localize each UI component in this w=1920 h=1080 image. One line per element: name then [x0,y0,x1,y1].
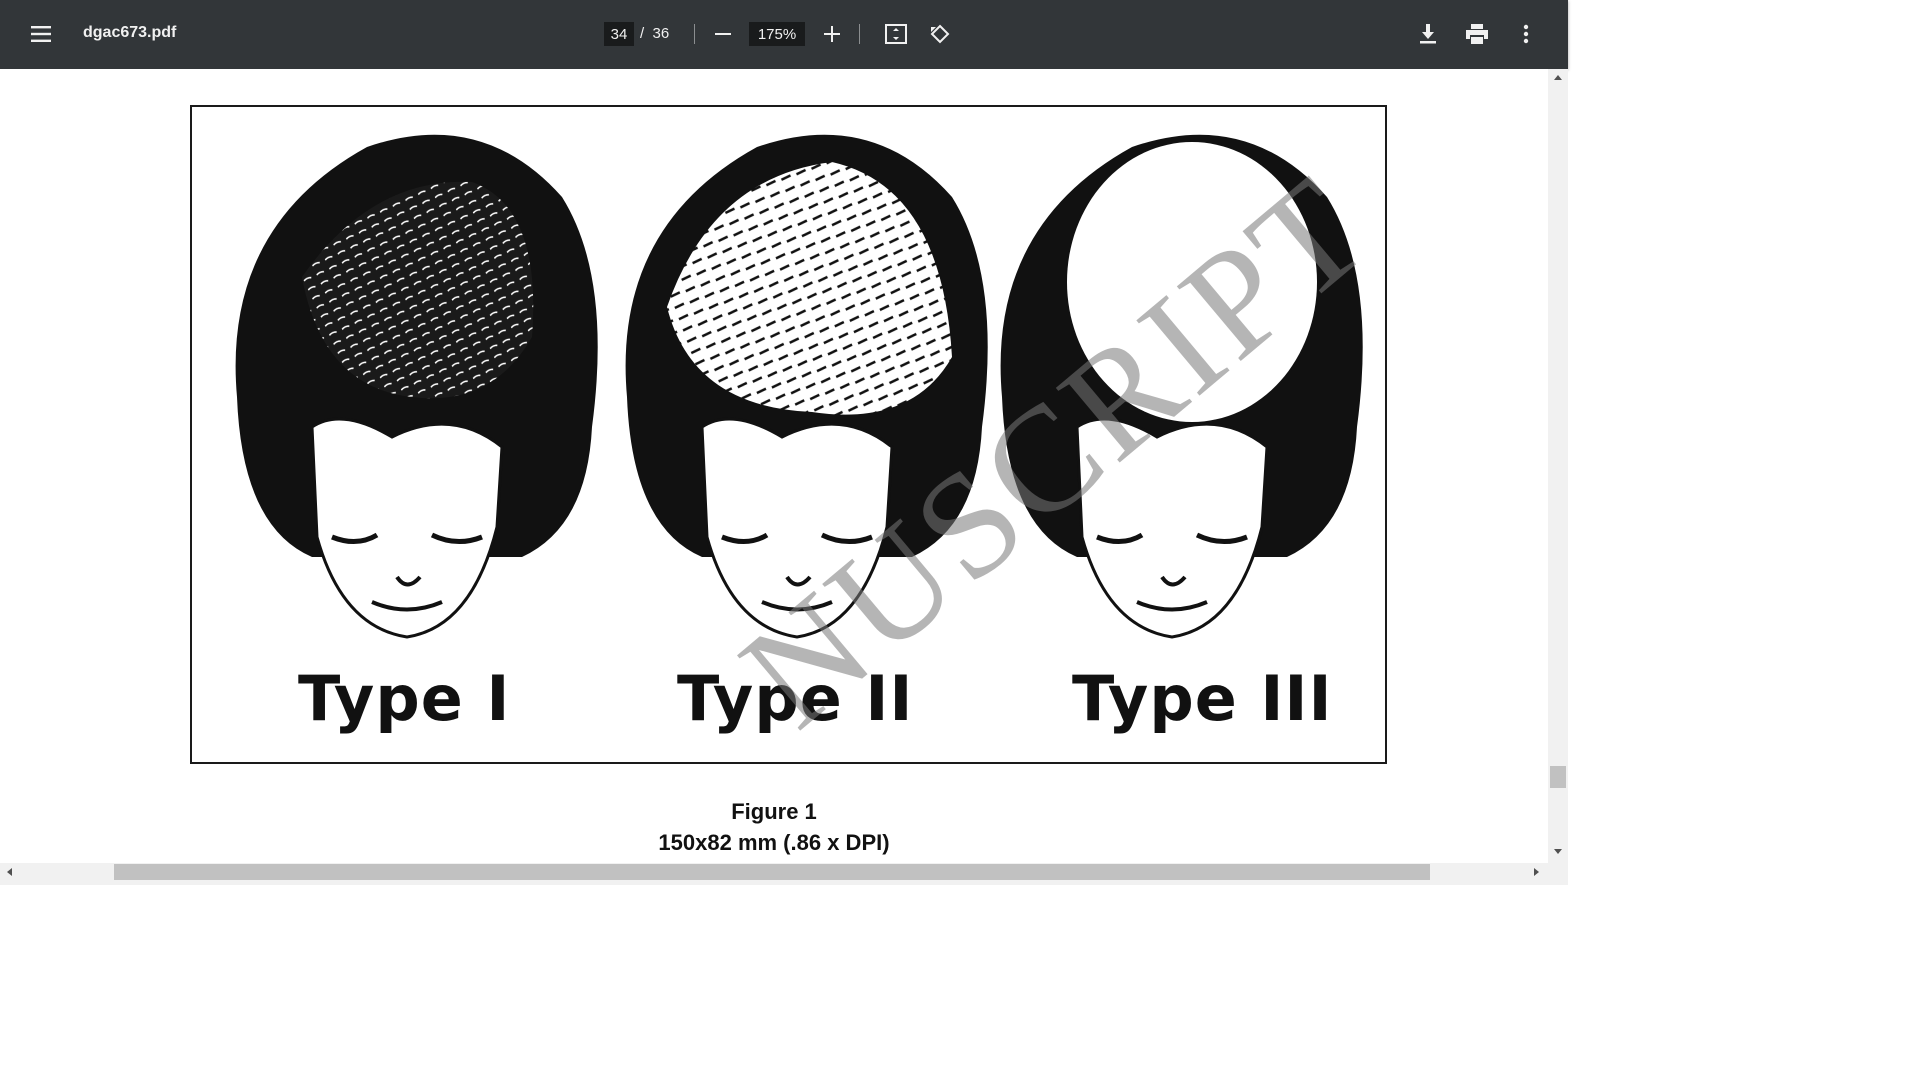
head-type-1 [235,134,598,639]
page-number-input[interactable]: 34 [604,22,634,46]
download-button[interactable] [1408,14,1448,54]
pdf-viewer[interactable]: Type I Type II Type III NUSCRIPT Figure … [0,69,1548,863]
vertical-scroll-thumb[interactable] [1550,766,1566,788]
menu-icon [31,26,51,42]
scroll-up-icon[interactable] [1554,75,1562,80]
rotate-button[interactable] [920,14,960,54]
scroll-down-icon[interactable] [1554,849,1562,854]
download-icon [1420,24,1436,44]
print-button[interactable] [1457,14,1497,54]
figure-caption-title: Figure 1 [731,799,817,824]
zoom-in-button[interactable] [812,14,852,54]
print-icon [1466,24,1488,44]
toolbar-divider [859,24,860,44]
label-type-3: Type III [1072,662,1333,735]
label-type-1: Type I [298,662,511,735]
scroll-left-icon[interactable] [7,868,12,876]
rotate-icon [930,24,950,44]
pdf-toolbar: dgac673.pdf 34 / 36 175% [0,0,1568,69]
menu-button[interactable] [21,14,61,54]
more-vert-icon [1523,24,1529,44]
vertical-scrollbar[interactable] [1548,69,1568,863]
toolbar-divider [694,24,695,44]
zoom-out-button[interactable] [703,14,743,54]
page-total: / 36 [640,25,670,42]
document-title: dgac673.pdf [83,24,177,41]
plus-icon [824,26,840,42]
figure-caption-size: 150x82 mm (.86 x DPI) [658,830,890,855]
fit-page-button[interactable] [876,14,916,54]
fit-page-icon [885,24,907,44]
minus-icon [715,33,731,35]
scroll-right-icon[interactable] [1534,868,1539,876]
zoom-input[interactable]: 175% [749,22,805,46]
more-options-button[interactable] [1506,14,1546,54]
horizontal-scroll-thumb[interactable] [114,864,1430,880]
